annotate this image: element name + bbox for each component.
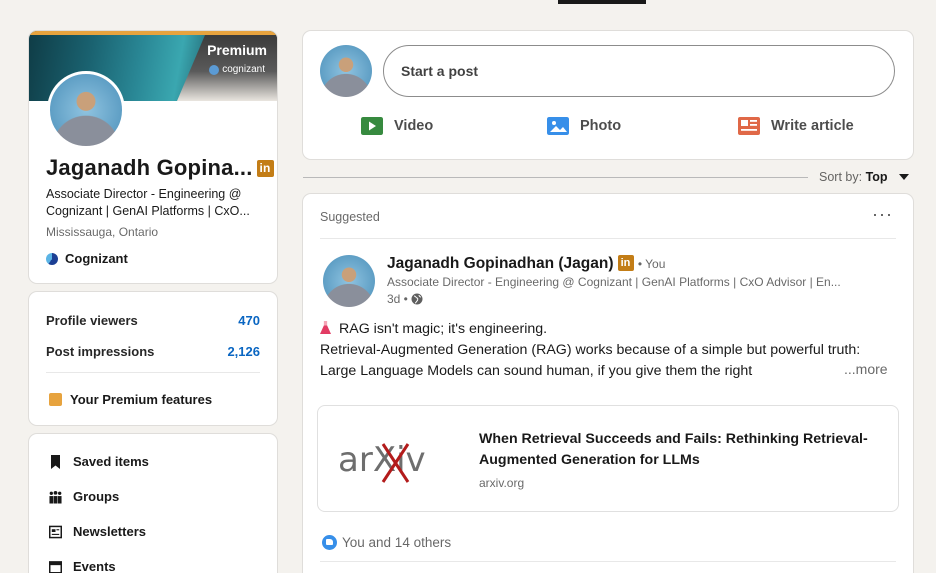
caret-down-icon[interactable] (899, 174, 909, 180)
post-composer: Start a post Video Photo Write article (303, 31, 913, 159)
saved-items-label[interactable]: Saved items (73, 454, 149, 469)
divider (320, 238, 896, 239)
author-name-row[interactable]: Jaganadh Gopinadhan (Jagan) in • You (387, 255, 665, 273)
arxiv-logo-text: arXiv (338, 440, 426, 480)
profile-avatar[interactable] (47, 71, 125, 149)
newsletters-link[interactable]: Newsletters (49, 524, 146, 539)
post-line-1-text: RAG isn't magic; it's engineering. (339, 321, 548, 337)
groups-icon (49, 490, 62, 503)
shortcuts-card: Saved items Groups Newsletters Events (29, 434, 277, 573)
saved-items-link[interactable]: Saved items (49, 454, 149, 469)
profile-name[interactable]: Jaganadh Gopina... (46, 155, 253, 180)
more-options-icon[interactable]: ··· (872, 204, 893, 225)
profile-headline: Associate Director - Engineering @ Cogni… (46, 187, 250, 218)
banner-company-name: cognizant (222, 64, 265, 75)
article-title[interactable]: When Retrieval Succeeds and Fails: Rethi… (479, 429, 884, 471)
video-button[interactable]: Video (361, 117, 433, 135)
profile-company[interactable]: Cognizant (46, 251, 128, 266)
cognizant-icon (46, 252, 58, 265)
profile-card[interactable]: Premium cognizant Jaganadh Gopina... in A… (29, 31, 277, 283)
photo-label[interactable]: Photo (580, 118, 621, 134)
premium-icon (49, 393, 62, 406)
sort-dropdown[interactable]: Sort by: Top (819, 170, 888, 184)
arxiv-logo: arXiv (338, 440, 426, 483)
author-name[interactable]: Jaganadh Gopinadhan (Jagan) (387, 255, 614, 272)
write-article-button[interactable]: Write article (738, 117, 854, 135)
linkedin-premium-icon: in (256, 160, 274, 177)
profile-viewers-label: Profile viewers (46, 313, 138, 328)
sort-value[interactable]: Top (866, 170, 888, 184)
like-icon (322, 535, 337, 550)
newsletters-label[interactable]: Newsletters (73, 524, 146, 539)
top-nav-strip (0, 0, 936, 6)
feed-post: Suggested ··· Jaganadh Gopinadhan (Jagan… (303, 194, 913, 573)
linkedin-premium-icon: in (617, 255, 634, 271)
divider (320, 561, 896, 562)
author-you-label: • You (637, 257, 666, 271)
banner-company-logo: cognizant (209, 64, 265, 75)
see-more-link[interactable]: ...more (840, 361, 888, 377)
sort-divider (303, 177, 808, 178)
analytics-card: Profile viewers 470 Post impressions 2,1… (29, 292, 277, 425)
active-nav-indicator (558, 0, 646, 4)
newsletter-icon (49, 525, 62, 538)
bookmark-icon (51, 454, 60, 469)
profile-viewers-value[interactable]: 470 (238, 313, 260, 328)
suggested-label: Suggested (320, 210, 380, 224)
premium-features-link[interactable]: Your Premium features (49, 392, 212, 407)
reactions-summary[interactable]: You and 14 others (322, 535, 451, 550)
article-preview[interactable]: arXiv When Retrieval Succeeds and Fails:… (317, 405, 899, 512)
post-timestamp: 3d • (387, 292, 423, 306)
photo-button[interactable]: Photo (547, 117, 621, 135)
video-icon (361, 117, 383, 135)
profile-viewers-row[interactable]: Profile viewers 470 (46, 313, 260, 328)
profile-location: Mississauga, Ontario (46, 225, 159, 239)
cognizant-logo-icon (209, 64, 220, 75)
article-domain: arxiv.org (479, 476, 525, 490)
premium-accent-bar (29, 31, 277, 35)
write-article-label[interactable]: Write article (771, 118, 854, 134)
groups-link[interactable]: Groups (49, 489, 119, 504)
photo-icon (547, 117, 569, 135)
groups-label[interactable]: Groups (73, 489, 119, 504)
premium-features-label[interactable]: Your Premium features (70, 392, 212, 407)
test-tube-icon (320, 321, 331, 334)
profile-name-row[interactable]: Jaganadh Gopina... in (46, 155, 274, 181)
post-impressions-label: Post impressions (46, 344, 155, 359)
events-label[interactable]: Events (73, 559, 116, 573)
events-link[interactable]: Events (49, 559, 116, 573)
post-body: RAG isn't magic; it's engineering. Retri… (320, 319, 895, 382)
video-label[interactable]: Video (394, 118, 433, 134)
author-avatar[interactable] (323, 255, 375, 307)
reactions-text[interactable]: You and 14 others (342, 535, 451, 550)
divider (46, 372, 260, 373)
author-headline: Associate Director - Engineering @ Cogni… (387, 275, 841, 289)
post-line-1: RAG isn't magic; it's engineering. (320, 319, 895, 340)
globe-icon (411, 293, 423, 305)
calendar-icon (49, 560, 62, 573)
post-impressions-row[interactable]: Post impressions 2,126 (46, 344, 260, 359)
premium-label: Premium (207, 42, 267, 58)
profile-company-name[interactable]: Cognizant (65, 251, 128, 266)
post-line-2: Retrieval-Augmented Generation (RAG) wor… (320, 342, 861, 379)
post-time: 3d • (387, 292, 408, 306)
sort-label: Sort by: (819, 170, 863, 184)
start-post-input[interactable]: Start a post (383, 45, 895, 97)
article-icon (738, 117, 760, 135)
post-impressions-value[interactable]: 2,126 (227, 344, 260, 359)
composer-avatar[interactable] (320, 45, 372, 97)
